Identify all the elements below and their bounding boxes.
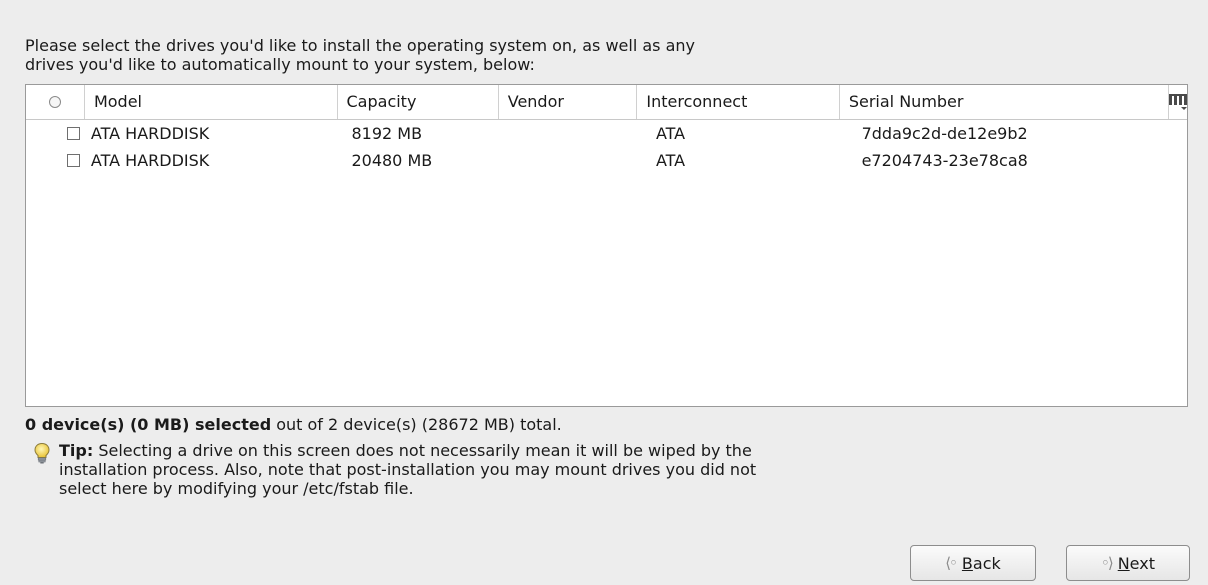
intro-line-2: drives you'd like to automatically mount… — [25, 55, 535, 74]
column-header-interconnect[interactable]: Interconnect — [637, 85, 840, 119]
next-button-label: ext — [1129, 553, 1155, 573]
table-row[interactable]: ATA HARDDISK 8192 MB ATA 7dda9c2d-de12e9… — [26, 120, 1187, 147]
cell-serial-number: e7204743-23e78ca8 — [861, 151, 1028, 170]
back-button[interactable]: ⟨◦ Back — [910, 545, 1036, 581]
cell-capacity: 20480 MB — [351, 151, 433, 170]
tip-line-3: select here by modifying your /etc/fstab… — [59, 479, 414, 498]
cell-vendor — [506, 120, 647, 147]
next-button-mnemonic: N — [1117, 553, 1130, 573]
row-checkbox[interactable] — [66, 127, 80, 140]
table-body: ATA HARDDISK 8192 MB ATA 7dda9c2d-de12e9… — [26, 120, 1187, 174]
drive-table: Model Capacity Vendor Interconnect Seria… — [25, 84, 1188, 407]
tip-line-2: installation process. Also, note that po… — [59, 460, 757, 479]
cell-interconnect: ATA — [655, 124, 686, 143]
column-chooser-icon — [1169, 94, 1187, 110]
select-all-radio[interactable] — [26, 85, 85, 119]
back-arrow-icon: ⟨◦ — [945, 554, 958, 572]
column-header-capacity[interactable]: Capacity — [338, 85, 499, 119]
cell-model: ATA HARDDISK — [90, 151, 210, 170]
column-header-serial-number[interactable]: Serial Number — [840, 85, 1169, 119]
selection-summary-selected: 0 device(s) (0 MB) selected — [25, 415, 272, 434]
table-header: Model Capacity Vendor Interconnect Seria… — [26, 85, 1187, 120]
tip-label: Tip: — [59, 441, 94, 460]
table-row[interactable]: ATA HARDDISK 20480 MB ATA e7204743-23e78… — [26, 147, 1187, 174]
back-button-mnemonic: B — [961, 553, 973, 573]
storage-device-selection-page: Please select the drives you'd like to i… — [0, 0, 1208, 585]
column-header-vendor[interactable]: Vendor — [499, 85, 638, 119]
intro-line-1: Please select the drives you'd like to i… — [25, 36, 695, 55]
selection-summary-total: out of 2 device(s) (28672 MB) total. — [271, 415, 562, 434]
intro-text: Please select the drives you'd like to i… — [25, 36, 925, 74]
next-button[interactable]: ◦⟩ Next — [1066, 545, 1190, 581]
row-checkbox-cell — [26, 147, 86, 174]
row-checkbox[interactable] — [66, 154, 80, 167]
lightbulb-icon — [34, 442, 50, 464]
radio-circle-icon — [48, 96, 61, 108]
cell-serial-number: 7dda9c2d-de12e9b2 — [861, 124, 1028, 143]
selection-summary: 0 device(s) (0 MB) selected out of 2 dev… — [25, 415, 562, 434]
tip-line-1: Tip: Selecting a drive on this screen do… — [59, 441, 953, 460]
cell-interconnect: ATA — [655, 151, 686, 170]
cell-capacity: 8192 MB — [351, 124, 423, 143]
cell-model: ATA HARDDISK — [90, 124, 210, 143]
tip-box: Tip: Selecting a drive on this screen do… — [33, 441, 953, 498]
back-button-label: ack — [972, 553, 1001, 573]
forward-arrow-icon: ◦⟩ — [1101, 554, 1114, 572]
tip-line-1-text: Selecting a drive on this screen does no… — [93, 441, 752, 460]
column-chooser-button[interactable] — [1169, 85, 1187, 119]
row-checkbox-cell — [26, 120, 86, 147]
column-header-model[interactable]: Model — [85, 85, 338, 119]
cell-vendor — [506, 147, 647, 174]
